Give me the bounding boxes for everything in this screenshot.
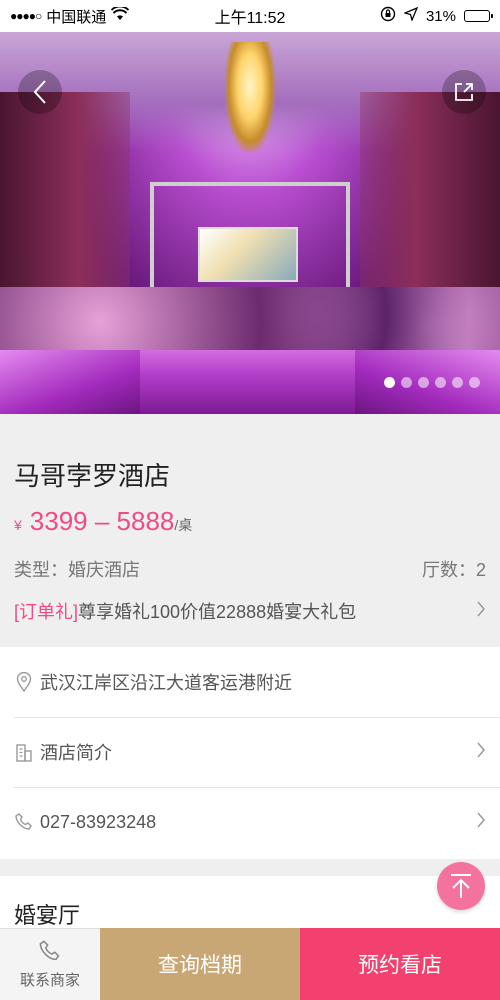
status-right: 31%	[380, 6, 493, 26]
carousel-dot[interactable]	[384, 377, 395, 388]
phone-icon	[39, 940, 60, 961]
carrier-label: 中国联通	[46, 8, 107, 26]
promo-tag: [订单礼]	[14, 602, 79, 622]
hero-flowers	[0, 287, 500, 357]
address-row[interactable]: 武汉江岸区沿江大道客运港附近	[0, 647, 500, 717]
promo-text: 尊享婚礼100价值22888婚宴大礼包	[78, 602, 357, 622]
hotel-type: 类型：婚庆酒店	[14, 560, 140, 580]
carousel-dot[interactable]	[452, 377, 463, 388]
arrow-up-icon	[451, 874, 471, 898]
share-button[interactable]	[442, 70, 486, 114]
signal-icon: ●●●●○	[10, 9, 42, 23]
carousel-dot[interactable]	[401, 377, 412, 388]
wifi-icon	[111, 5, 130, 25]
chevron-right-icon	[476, 811, 486, 834]
carousel-dot[interactable]	[418, 377, 429, 388]
carousel-dots[interactable]	[384, 377, 480, 388]
hero-image[interactable]	[0, 32, 500, 414]
chevron-right-icon	[476, 741, 486, 764]
battery-icon	[464, 10, 493, 22]
hotel-name: 马哥孛罗酒店	[14, 461, 171, 491]
intro-row[interactable]: 酒店简介	[0, 717, 500, 787]
location-pin-icon	[14, 671, 34, 693]
status-left: ●●●●○ 中国联通	[10, 5, 380, 27]
hall-count: 厅数：2	[421, 560, 486, 580]
status-bar: ●●●●○ 中国联通 上午11:52 31%	[0, 0, 500, 32]
chevron-right-icon	[476, 600, 486, 623]
carousel-dot[interactable]	[469, 377, 480, 388]
hotel-info: 马哥孛罗酒店 ¥ 3399 – 5888 /桌 类型：婚庆酒店 厅数：2 [订单…	[0, 414, 500, 646]
phone-row[interactable]: 027-83923248	[0, 787, 500, 857]
carousel-dot[interactable]	[435, 377, 446, 388]
query-schedule-button[interactable]: 查询档期	[100, 928, 300, 1000]
back-to-top-button[interactable]	[437, 862, 485, 910]
type-row: 类型：婚庆酒店 厅数：2	[14, 556, 486, 582]
detail-list: 武汉江岸区沿江大道客运港附近 酒店简介 027-83923248	[0, 647, 500, 859]
price-unit: /桌	[174, 517, 193, 533]
section-title: 婚宴厅	[0, 876, 500, 928]
bottom-bar: 联系商家 查询档期 预约看店	[0, 928, 500, 1000]
contact-button[interactable]: 联系商家	[0, 928, 100, 1000]
price-range: 3399 – 5888	[29, 506, 175, 536]
hero-table-left	[0, 350, 140, 414]
contact-label: 联系商家	[19, 972, 80, 989]
chevron-left-icon	[33, 80, 46, 104]
rotation-lock-icon	[380, 6, 396, 26]
back-button[interactable]	[18, 70, 62, 114]
share-icon	[455, 83, 473, 101]
building-icon	[14, 741, 34, 763]
price-row: ¥ 3399 – 5888 /桌	[14, 506, 192, 537]
price-currency: ¥	[14, 517, 22, 533]
promo-row[interactable]: [订单礼] 尊享婚礼100价值22888婚宴大礼包	[14, 598, 486, 624]
hero-chandelier	[225, 42, 275, 152]
phone-icon	[14, 811, 34, 833]
book-visit-button[interactable]: 预约看店	[300, 928, 500, 1000]
phone-number: 027-83923248	[40, 811, 157, 832]
address-text: 武汉江岸区沿江大道客运港附近	[40, 673, 292, 693]
battery-percent: 31%	[425, 7, 456, 25]
intro-label: 酒店简介	[40, 743, 112, 763]
hero-stage-screen	[198, 227, 298, 282]
location-arrow-icon	[402, 6, 419, 25]
